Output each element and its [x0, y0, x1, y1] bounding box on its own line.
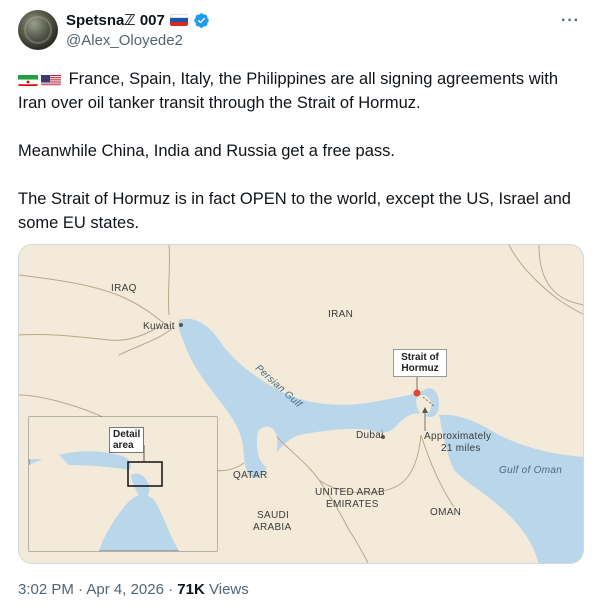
views-label: Views	[209, 581, 249, 598]
map-label-approx: Approximately	[424, 431, 492, 442]
map-image[interactable]: IRAQ Kuwait IRAN Persian Gulf Strait of …	[18, 244, 584, 564]
iran-flag-icon	[18, 72, 38, 86]
map-label-kuwait: Kuwait	[143, 321, 175, 332]
tweet-meta: 3:02 PM · Apr 4, 2026 · 71K Views	[18, 581, 249, 598]
avatar[interactable]	[18, 10, 58, 50]
meta-separator: ·	[168, 581, 178, 598]
detail-label-2: area	[113, 440, 134, 451]
tweet-paragraph-2: Meanwhile China, India and Russia get a …	[18, 142, 395, 160]
verified-badge-icon	[194, 12, 209, 28]
map-label-saudi-1: SAUDI	[257, 510, 290, 521]
map-label-iraq: IRAQ	[111, 283, 137, 294]
russia-flag-icon	[169, 14, 188, 26]
strait-callout: Strait of Hormuz	[393, 349, 447, 377]
map-label-uae-1: UNITED ARAB	[315, 487, 385, 498]
map-label-qatar: QATAR	[233, 470, 268, 481]
tweet: Spetsnaℤ 007 @Alex_Oloyede2 ··· France, …	[0, 0, 602, 609]
tweet-paragraph-1: France, Spain, Italy, the Philippines ar…	[18, 67, 588, 115]
map-label-iran: IRAN	[328, 309, 354, 320]
detail-area-callout: Detail area	[109, 427, 145, 453]
tweet-paragraph-1-text: France, Spain, Italy, the Philippines ar…	[18, 70, 559, 112]
map-label-oman: OMAN	[430, 507, 462, 518]
map-label-miles: 21 miles	[441, 443, 481, 454]
map-label-uae-2: EMIRATES	[326, 499, 379, 510]
tweet-paragraph-3: The Strait of Hormuz is in fact OPEN to …	[18, 190, 571, 232]
map-label-dubai: Dubai	[356, 430, 384, 441]
author-name-row: Spetsnaℤ 007	[66, 11, 210, 29]
tweet-time[interactable]: 3:02 PM	[18, 581, 74, 598]
tweet-date[interactable]: Apr 4, 2026	[86, 581, 164, 598]
more-options-icon[interactable]: ···	[561, 12, 580, 30]
views-count: 71K	[177, 581, 205, 598]
display-name[interactable]: Spetsnaℤ 007	[66, 11, 165, 29]
strait-label: Strait of Hormuz	[401, 352, 439, 374]
map-label-saudi-2: ARABIA	[253, 522, 292, 533]
detail-label-1: Detail	[113, 429, 141, 440]
author-handle[interactable]: @Alex_Oloyede2	[66, 32, 183, 49]
tweet-text: France, Spain, Italy, the Philippines ar…	[18, 67, 588, 235]
us-flag-icon	[41, 72, 61, 86]
map-label-gulf-of-oman: Gulf of Oman	[499, 465, 563, 476]
